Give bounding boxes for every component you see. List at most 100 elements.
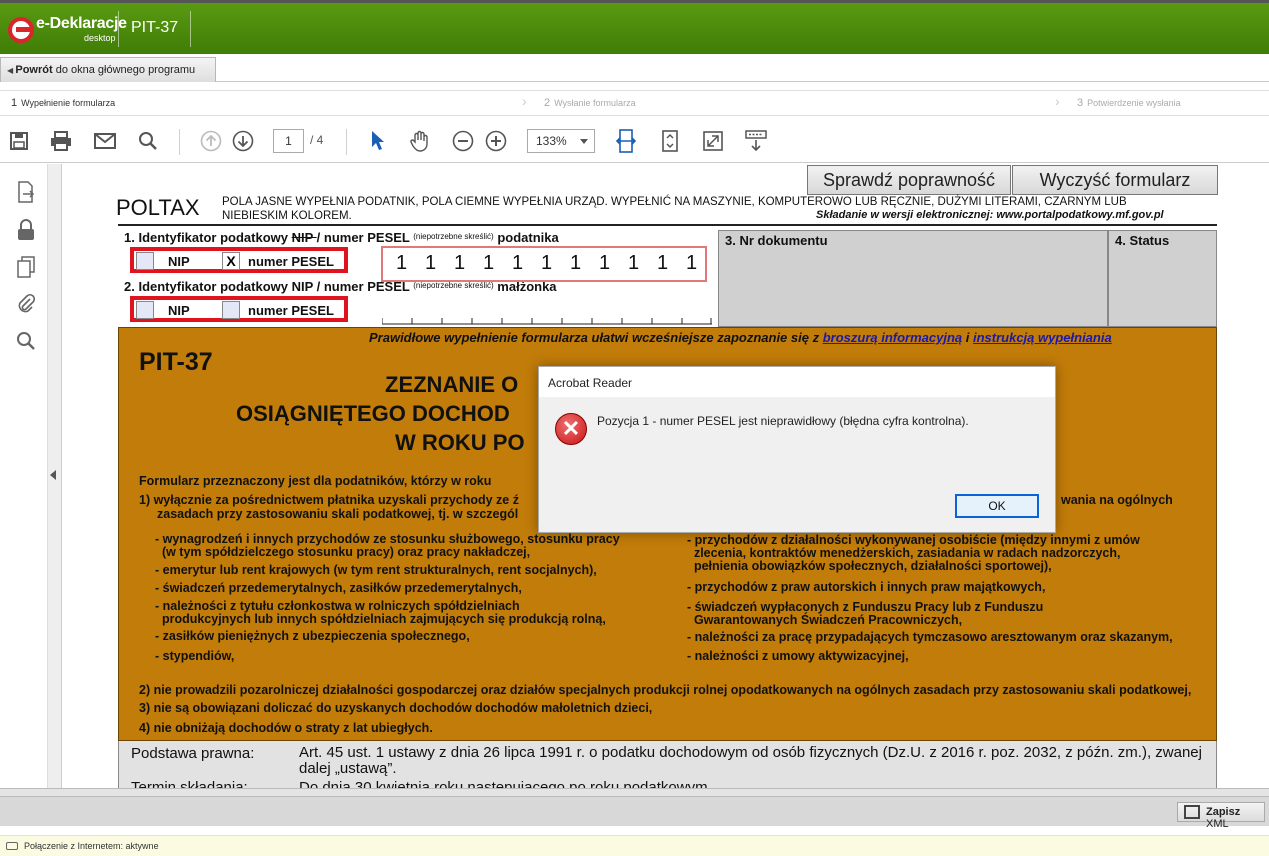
status-label: 4. Status xyxy=(1115,233,1170,248)
field-1-label-b: / numer PESEL xyxy=(316,230,414,245)
print-icon[interactable] xyxy=(49,129,73,153)
pesel-digit: 1 xyxy=(425,252,437,274)
pesel-digit: 1 xyxy=(512,252,524,274)
back-to-main-button[interactable]: ◀ Powrót do okna głównego programu xyxy=(0,57,216,82)
select-cursor-icon[interactable] xyxy=(366,129,390,153)
step-3[interactable]: 3 Potwierdzenie wysłania xyxy=(1077,97,1181,109)
save-icon[interactable] xyxy=(7,129,31,153)
right-item: - przychodów z praw autorskich i innych … xyxy=(687,580,1046,594)
collapse-sidebar-icon[interactable] xyxy=(50,470,56,480)
pesel-label: numer PESEL xyxy=(248,303,334,318)
logo-text: e-Deklaracje xyxy=(36,15,127,32)
hand-tool-icon[interactable] xyxy=(408,129,432,153)
search-icon[interactable] xyxy=(14,329,38,353)
back-bold-label: Powrót xyxy=(15,64,53,76)
fit-width-icon[interactable] xyxy=(614,129,638,153)
app-window: e-Deklaracje desktop PIT-37 ◀ Powrót do … xyxy=(0,0,1269,856)
step-chevron-icon: › xyxy=(522,93,527,109)
save-icon xyxy=(1184,805,1200,819)
pesel-digit: 1 xyxy=(686,252,698,274)
status-field: 4. Status xyxy=(1108,230,1217,327)
info-prefix: Prawidłowe wypełnienie formularza ułatwi… xyxy=(369,330,823,345)
app-title: PIT-37 xyxy=(131,19,179,36)
right-item: zlecenia, kontraktów menedżerskich, zasi… xyxy=(687,546,1121,560)
field-2-nip-checkbox[interactable] xyxy=(136,301,154,319)
left-item: - stypendiów, xyxy=(155,649,235,663)
left-item: - świadczeń przedemerytalnych, zasiłków … xyxy=(155,581,522,595)
form-title-line-1: ZEZNANIE O xyxy=(385,372,519,397)
previous-page-icon[interactable] xyxy=(199,129,223,153)
step-1[interactable]: 1 Wypełnienie formularza xyxy=(11,97,115,109)
left-item: (w tym spółdzielczego stosunku pracy) or… xyxy=(155,545,531,559)
fit-page-icon[interactable] xyxy=(658,129,682,153)
field-1-nip-checkbox[interactable] xyxy=(136,252,154,270)
legal-basis-section: Podstawa prawna: Art. 45 ust. 1 ustawy z… xyxy=(118,741,1217,788)
pesel-input[interactable]: 1 1 1 1 1 1 1 1 1 1 1 xyxy=(381,246,707,282)
form-code: PIT-37 xyxy=(139,348,213,376)
pesel-digit: 1 xyxy=(483,252,495,274)
connection-status: Połączenie z Internetem: aktywne xyxy=(24,841,159,851)
deadline-value: Do dnia 30 kwietnia roku następującego p… xyxy=(299,779,712,788)
point-4: 4) nie obniżają dochodów o straty z lat … xyxy=(139,721,433,735)
right-item: pełnienia obowiązków społecznych, działa… xyxy=(687,559,1052,573)
right-item: - świadczeń wypłaconych z Funduszu Pracy… xyxy=(687,600,1044,614)
pdf-sidebar xyxy=(0,164,48,788)
page-total: / 4 xyxy=(310,133,324,147)
instructions-link[interactable]: instrukcją wypełniania xyxy=(973,330,1112,345)
step-2[interactable]: 2 Wysłanie formularza xyxy=(544,97,636,109)
info-line: Prawidłowe wypełnienie formularza ułatwi… xyxy=(369,330,1112,345)
poltax-label: POLTAX xyxy=(116,195,200,220)
brochure-link[interactable]: broszurą informacyjną xyxy=(823,330,962,345)
status-bar: Połączenie z Internetem: aktywne xyxy=(0,835,1269,856)
field-2-digit-ticks xyxy=(382,318,712,325)
zoom-value: 133% xyxy=(536,134,567,148)
left-item: - należności z tytułu członkostwa w roln… xyxy=(155,599,520,613)
app-header: e-Deklaracje desktop PIT-37 xyxy=(0,0,1269,54)
right-item: Gwarantowanych Świadczeń Pracowniczych, xyxy=(687,613,963,627)
attachment-icon[interactable] xyxy=(14,291,38,315)
step-chevron-icon: › xyxy=(1055,93,1060,109)
field-1-pesel-checkbox[interactable]: X xyxy=(222,252,240,270)
page-number-input[interactable]: 1 xyxy=(273,129,304,153)
zoom-in-icon[interactable] xyxy=(484,129,508,153)
pesel-digit: 1 xyxy=(454,252,466,274)
pesel-digit: 1 xyxy=(599,252,611,274)
keyboard-scroll-icon[interactable] xyxy=(744,129,768,153)
fullscreen-icon[interactable] xyxy=(701,129,725,153)
intro-text: Formularz przeznaczony jest dla podatnik… xyxy=(139,474,492,488)
step-label: Wysłanie formularza xyxy=(554,98,636,108)
legal-basis-value: Art. 45 ust. 1 ustawy z dnia 26 lipca 19… xyxy=(299,744,1202,777)
check-form-button[interactable]: Sprawdź poprawność xyxy=(807,165,1011,195)
info-mid: i xyxy=(962,330,973,345)
point-1-line-1: 1) wyłącznie za pośrednictwem płatnika u… xyxy=(139,493,519,507)
document-number-label: 3. Nr dokumentu xyxy=(725,233,828,248)
save-xml-button[interactable]: Zapisz XML xyxy=(1177,802,1265,830)
error-dialog: Acrobat Reader ✕ Pozycja 1 - numer PESEL… xyxy=(538,366,1056,533)
horizontal-scrollbar[interactable] xyxy=(0,788,1269,796)
zoom-out-icon[interactable] xyxy=(451,129,475,153)
dialog-title: Acrobat Reader xyxy=(539,367,1055,397)
clear-form-button[interactable]: Wyczyść formularz xyxy=(1012,165,1218,195)
zoom-select[interactable]: 133% xyxy=(527,129,595,153)
step-number: 1 xyxy=(11,97,18,109)
form-title-line-2: OSIĄGNIĘTEGO DOCHOD xyxy=(236,401,510,426)
mail-icon[interactable] xyxy=(93,129,117,153)
pesel-digit: 1 xyxy=(628,252,640,274)
export-pdf-icon[interactable] xyxy=(14,180,38,204)
field-2-note: (niepotrzebne skreślić) xyxy=(413,281,494,290)
save-xml-bold: Zapisz xyxy=(1206,806,1241,818)
step-number: 2 xyxy=(544,97,551,109)
field-2-pesel-checkbox[interactable] xyxy=(222,301,240,319)
search-icon[interactable] xyxy=(136,129,160,153)
field-1-label-a: 1. Identyfikator podatkowy xyxy=(124,230,292,245)
right-item: - przychodów z działalności wykonywanej … xyxy=(687,533,1140,547)
pdf-toolbar: 1 / 4 133% xyxy=(0,119,1269,163)
pages-icon[interactable] xyxy=(14,255,38,279)
pesel-label: numer PESEL xyxy=(248,254,334,269)
header-rule xyxy=(118,224,1217,226)
left-item: - wynagrodzeń i innych przychodów ze sto… xyxy=(155,532,620,546)
lock-icon[interactable] xyxy=(14,218,38,242)
ok-button[interactable]: OK xyxy=(955,494,1039,518)
logo-subtext: desktop xyxy=(84,33,116,43)
next-page-icon[interactable] xyxy=(231,129,255,153)
